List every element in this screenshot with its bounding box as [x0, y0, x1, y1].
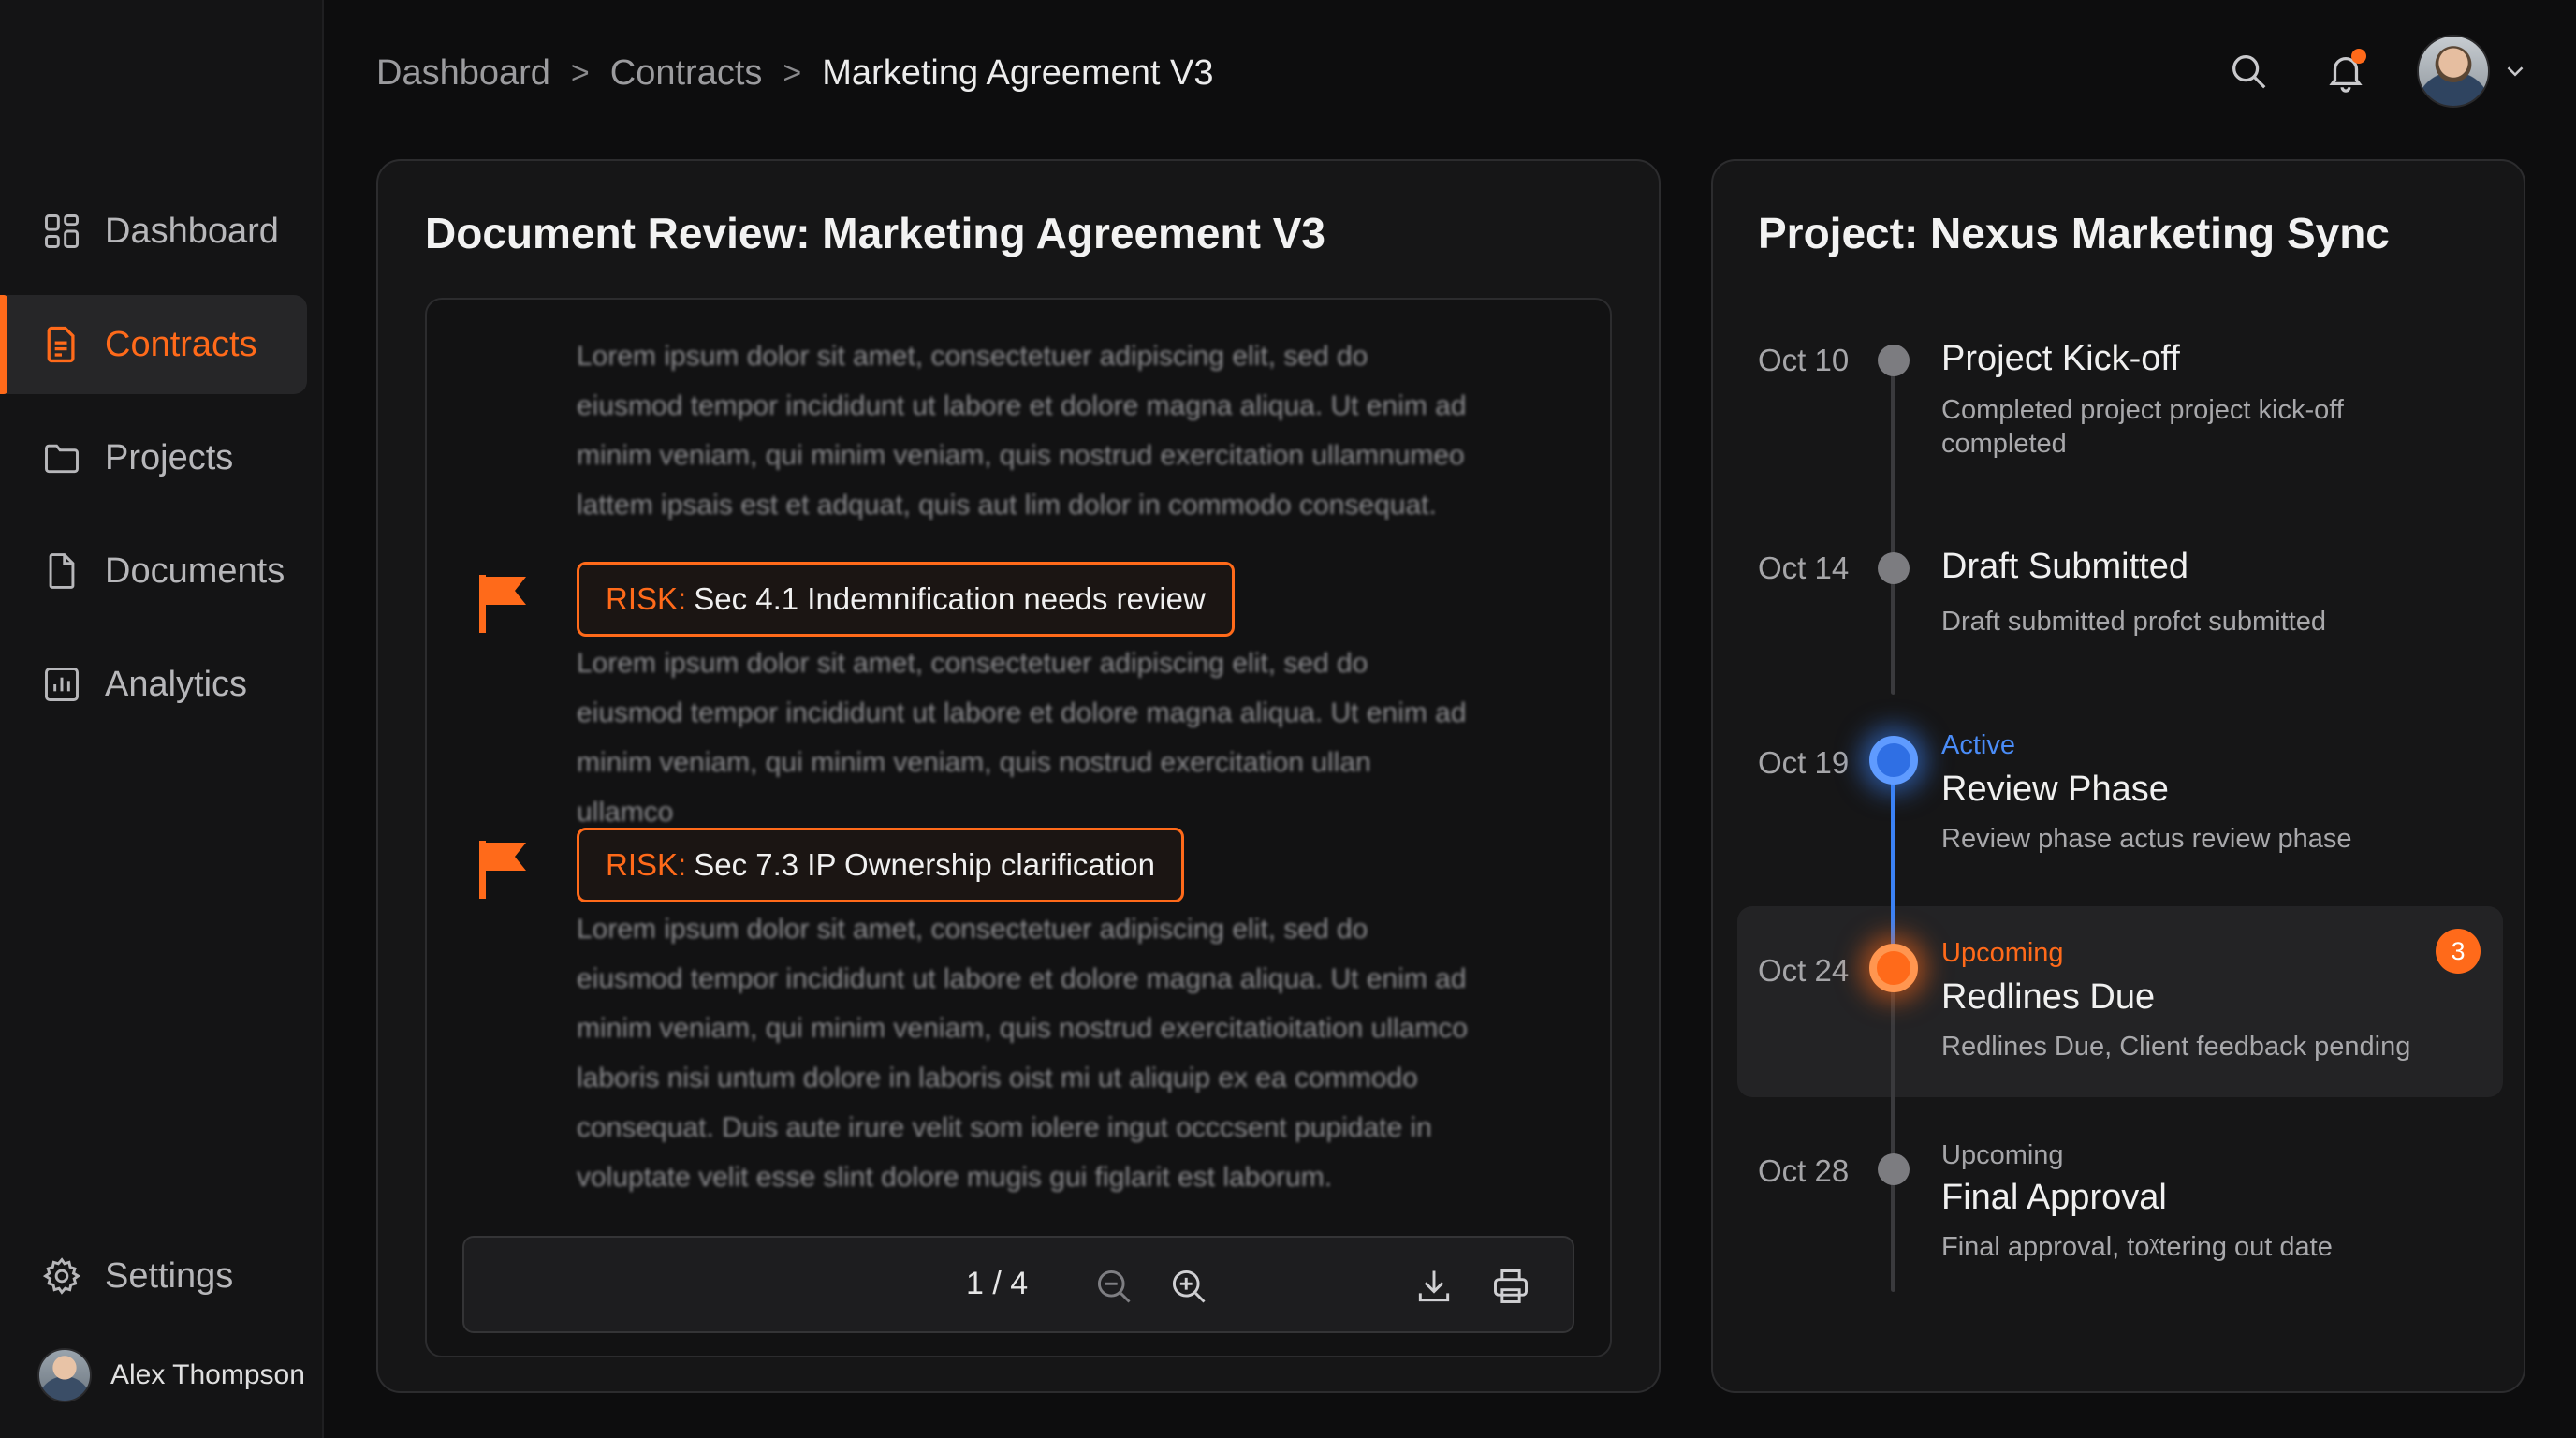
breadcrumb-item-contracts[interactable]: Contracts [610, 53, 763, 94]
timeline-title: Project: Nexus Marketing Sync [1758, 209, 2390, 257]
bar-chart-icon [41, 664, 82, 705]
document-viewer[interactable]: Lorem ipsum dolor sit amet, consectetuer… [425, 298, 1612, 1357]
risk-text: Sec 7.3 IP Ownership clarification [694, 847, 1155, 882]
timeline-event-title[interactable]: Final Approval [1941, 1178, 2167, 1218]
zoom-in-icon [1172, 1269, 1206, 1303]
risk-prefix: RISK: [606, 847, 687, 882]
timeline-event-desc: Completed project project kick-off compl… [1941, 395, 2344, 459]
timeline-status: Upcoming [1941, 1140, 2064, 1170]
timeline-dot [1878, 345, 1910, 376]
breadcrumb-separator: > [570, 54, 590, 91]
risk-annotation[interactable]: RISK: Sec 4.1 Indemnification needs revi… [577, 562, 1235, 637]
notifications-button[interactable] [2318, 43, 2374, 99]
timeline-connector-active [1891, 760, 1895, 961]
contract-document-icon [41, 324, 82, 365]
page-indicator: 1 / 4 [966, 1266, 1029, 1301]
user-profile[interactable]: Alex Thompson [37, 1348, 305, 1402]
breadcrumb-item-dashboard[interactable]: Dashboard [376, 53, 550, 94]
profile-avatar[interactable] [2417, 35, 2490, 108]
timeline-status: Upcoming [1941, 938, 2064, 968]
timeline-event-desc: Redlines Due, Client feedback pending [1941, 1032, 2411, 1062]
gear-icon [41, 1255, 82, 1297]
user-name: Alex Thompson [110, 1359, 305, 1390]
sidebar-item-label: Documents [105, 550, 285, 591]
timeline-date: Oct 14 [1758, 550, 1850, 585]
timeline-date: Oct 19 [1758, 745, 1850, 780]
document-title: Document Review: Marketing Agreement V3 [425, 209, 1325, 257]
timeline-connector [1891, 985, 1895, 1292]
timeline-event-desc: Review phase actus review phase [1941, 824, 2352, 854]
document-review-card: Document Review: Marketing Agreement V3 … [376, 159, 1661, 1393]
count-badge: 3 [2436, 929, 2481, 974]
search-button[interactable] [2220, 43, 2276, 99]
dashboard-grid-icon [41, 211, 82, 252]
timeline-dot [1878, 1153, 1910, 1185]
sidebar-item-settings[interactable]: Settings [0, 1226, 307, 1326]
settings-label: Settings [105, 1255, 234, 1296]
sidebar-item-projects[interactable]: Projects [0, 408, 307, 507]
sidebar-item-analytics[interactable]: Analytics [0, 635, 307, 734]
document-toolbar: 1 / 4 [462, 1236, 1574, 1333]
chevron-down-icon [2507, 66, 2524, 77]
timeline-dot-active [1869, 736, 1918, 785]
sidebar-item-label: Analytics [105, 664, 248, 704]
risk-annotation[interactable]: RISK: Sec 7.3 IP Ownership clarification [577, 828, 1184, 902]
document-paragraph: Lorem ipsum dolor sit amet, consectetuer… [577, 341, 1467, 521]
file-icon [41, 550, 82, 592]
timeline-date: Oct 24 [1758, 953, 1850, 988]
avatar [37, 1348, 92, 1402]
sidebar: Dashboard Contracts Projects Documents A… [0, 0, 324, 1438]
sidebar-item-contracts[interactable]: Contracts [0, 295, 307, 394]
timeline-event-desc: Final approval, toᵡtering out date [1941, 1232, 2333, 1262]
document-paragraph: Lorem ipsum dolor sit amet, consectetuer… [577, 648, 1467, 828]
project-timeline-card: Project: Nexus Marketing Sync Oct 10 Pro… [1711, 159, 2525, 1393]
breadcrumb: Dashboard > Contracts > Marketing Agreem… [376, 47, 1213, 99]
risk-prefix: RISK: [606, 581, 687, 616]
print-icon [1494, 1269, 1528, 1303]
timeline-date: Oct 28 [1758, 1153, 1850, 1188]
timeline-event-title[interactable]: Project Kick-off [1941, 339, 2180, 379]
notification-dot [2351, 49, 2366, 64]
timeline-event-desc: Draft submitted profct submitted [1941, 607, 2326, 637]
print-button[interactable] [1485, 1260, 1537, 1313]
timeline-connector [1891, 361, 1895, 695]
sidebar-item-documents[interactable]: Documents [0, 521, 307, 621]
zoom-in-button[interactable] [1163, 1260, 1215, 1313]
sidebar-item-dashboard[interactable]: Dashboard [0, 182, 307, 281]
sidebar-item-label: Projects [105, 437, 234, 477]
download-button[interactable] [1408, 1260, 1460, 1313]
timeline-date: Oct 10 [1758, 343, 1850, 377]
timeline-event-title[interactable]: Review Phase [1941, 770, 2169, 810]
timeline-status: Active [1941, 730, 2015, 760]
document-paragraph: Lorem ipsum dolor sit amet, consectetuer… [577, 914, 1469, 1193]
timeline-dot [1878, 552, 1910, 584]
search-icon [2232, 55, 2266, 89]
risk-text: Sec 4.1 Indemnification needs review [694, 581, 1206, 616]
timeline-event-title[interactable]: Redlines Due [1941, 977, 2155, 1018]
timeline-dot-upcoming [1869, 944, 1918, 992]
sidebar-item-label: Contracts [105, 324, 257, 364]
profile-menu-toggle[interactable] [2501, 57, 2529, 85]
sidebar-item-label: Dashboard [105, 211, 279, 251]
flag-icon [479, 841, 526, 899]
timeline-event-title[interactable]: Draft Submitted [1941, 547, 2188, 587]
breadcrumb-separator: > [783, 54, 802, 91]
download-icon [1418, 1270, 1450, 1302]
zoom-out-icon [1097, 1269, 1131, 1303]
flag-icon [479, 575, 526, 633]
zoom-out-button[interactable] [1088, 1260, 1140, 1313]
breadcrumb-item-current: Marketing Agreement V3 [822, 52, 1214, 93]
header-actions [2220, 32, 2529, 110]
folder-icon [41, 437, 82, 478]
